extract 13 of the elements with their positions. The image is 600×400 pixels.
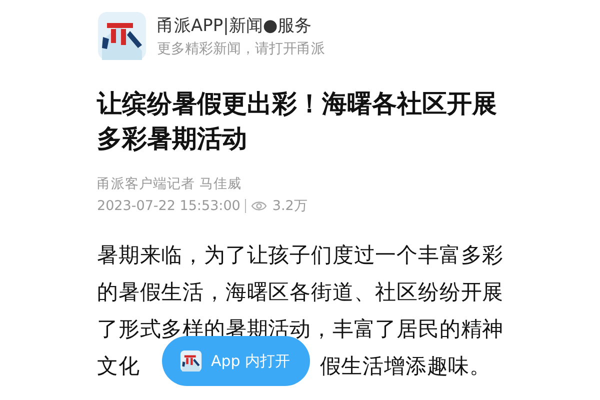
byline: 甬派客户端记者 马佳威 bbox=[97, 175, 242, 194]
body-text-line: 暑期来临，为了让孩子们度过一个丰富多彩 bbox=[97, 242, 505, 269]
app-logo-icon bbox=[180, 350, 202, 372]
app-logo-icon bbox=[97, 11, 147, 61]
body-text-line: 的暑假生活，海曙区各街道、社区纷纷开展 bbox=[97, 279, 505, 306]
body-text-fragment: 文化 bbox=[97, 353, 140, 380]
banner-title: 甬派APP|新闻●服务 bbox=[157, 15, 313, 37]
view-count: 3.2万 bbox=[272, 197, 308, 216]
publish-time: 2023-07-22 15:53:00 bbox=[97, 197, 240, 216]
banner-subtitle: 更多精彩新闻，请打开甬派 bbox=[157, 40, 325, 58]
article-headline: 让缤纷暑假更出彩！海曙各社区开展多彩暑期活动 bbox=[97, 88, 498, 155]
body-text-fragment: 假生活增添趣味。 bbox=[320, 353, 492, 380]
eye-icon bbox=[251, 200, 268, 212]
